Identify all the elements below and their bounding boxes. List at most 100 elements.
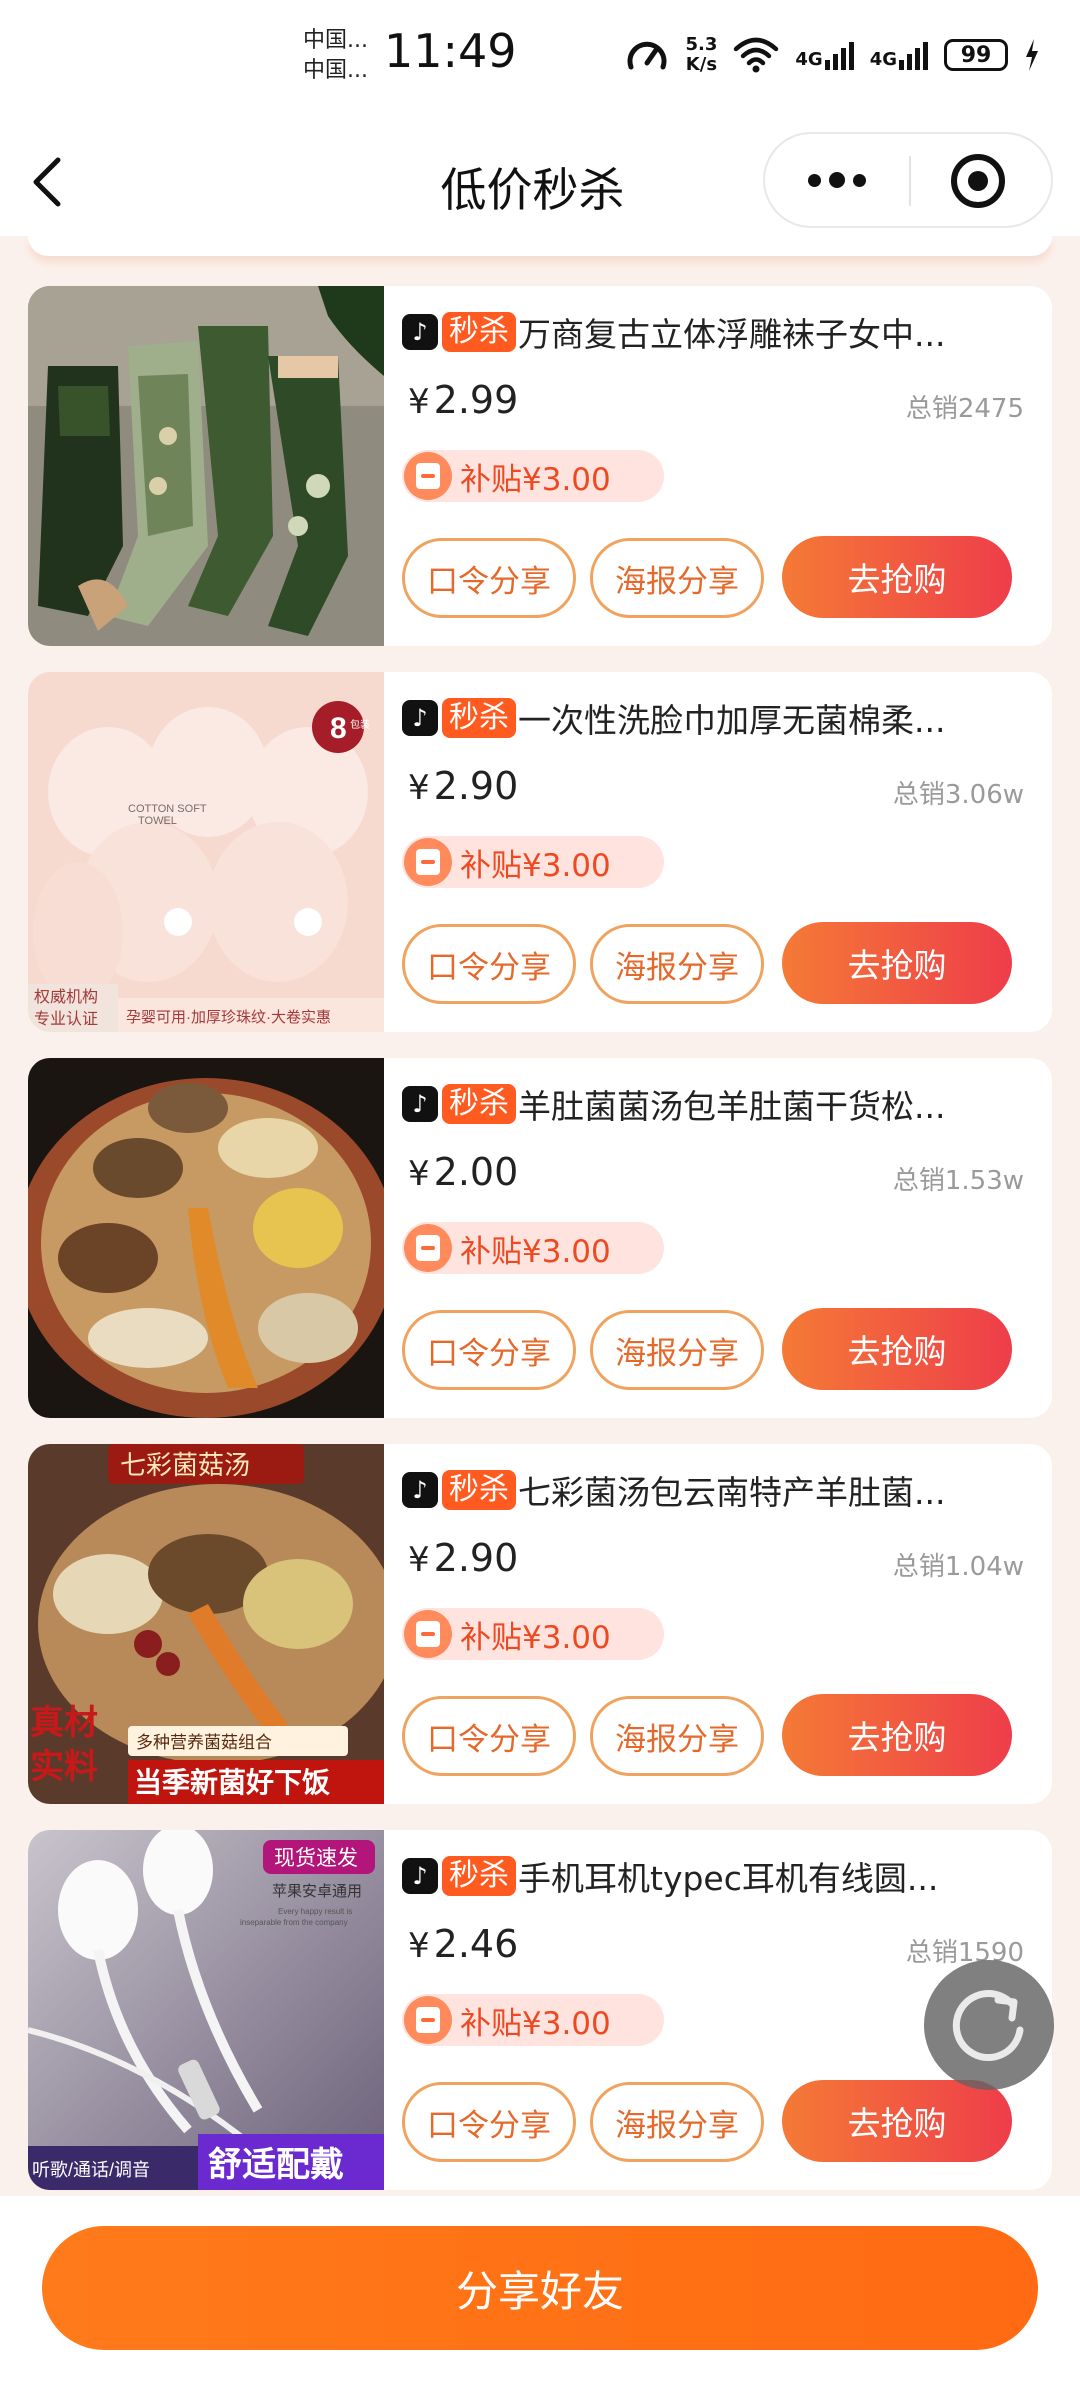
- product-card[interactable]: 8 包装 COTTON SOFT TOWEL 权威机构 专业认证 孕婴可用·加厚…: [28, 672, 1052, 1032]
- product-title-row[interactable]: ♪ 秒杀 一次性洗脸巾加厚无菌棉柔...: [402, 692, 1012, 744]
- total-sales: 总销3.06w: [892, 780, 1024, 810]
- tiktok-icon: ♪: [402, 1858, 438, 1894]
- soup-pack-image: 七彩菌菇汤 真材 实料 多种营养菌菇组合 当季新菌好下饭: [28, 1444, 384, 1804]
- mini-program-capsule: [763, 132, 1053, 228]
- status-bar: 中国... 中国... 11:49 5.3 K/s 4G 4G 99: [0, 0, 1080, 110]
- tiktok-icon: ♪: [402, 700, 438, 736]
- brand-line-1: COTTON SOFT: [128, 803, 207, 815]
- image-bottom: 当季新菌好下饭: [134, 1767, 330, 1799]
- tiktok-icon: ♪: [402, 314, 438, 350]
- share-code-button[interactable]: 口令分享: [402, 1310, 576, 1390]
- coupon-icon: [404, 1224, 452, 1272]
- image-bottom-left: 听歌/通话/调音: [32, 2160, 150, 2180]
- total-sales: 总销1.53w: [892, 1166, 1024, 1196]
- price-value: 2.46: [433, 1922, 519, 1966]
- image-mid: 多种营养菌菇组合: [136, 1733, 272, 1752]
- share-poster-button[interactable]: 海报分享: [590, 1310, 764, 1390]
- subsidy-tag: 补贴¥3.00: [402, 1994, 664, 2046]
- pack-count: 8: [330, 712, 347, 745]
- image-left-1: 真材: [30, 1704, 98, 1742]
- currency-symbol: ¥: [408, 1926, 430, 1966]
- action-row: 口令分享 海报分享 去抢购: [402, 536, 1026, 618]
- product-card[interactable]: 现货速发 苹果安卓通用 Every happy result is insepa…: [28, 1830, 1052, 2190]
- action-row: 口令分享 海报分享 去抢购: [402, 922, 1026, 1004]
- pack-unit: 包装: [350, 718, 370, 731]
- buy-now-button[interactable]: 去抢购: [782, 1694, 1012, 1776]
- subsidy-tag: 补贴¥3.00: [402, 1222, 664, 1274]
- capsule-divider: [909, 156, 911, 206]
- subsidy-text: 补贴¥3.00: [460, 461, 611, 498]
- currency-symbol: ¥: [408, 768, 430, 808]
- carrier-1: 中国...: [303, 28, 368, 53]
- product-title-row[interactable]: ♪ 秒杀 七彩菌汤包云南特产羊肚菌...: [402, 1464, 1012, 1516]
- product-image[interactable]: 现货速发 苹果安卓通用 Every happy result is insepa…: [28, 1830, 384, 2190]
- signal-sim1: 4G: [795, 40, 854, 70]
- share-poster-button[interactable]: 海报分享: [590, 538, 764, 618]
- subsidy-text: 补贴¥3.00: [460, 1619, 611, 1656]
- share-friends-button[interactable]: 分享好友: [42, 2226, 1038, 2350]
- product-title-row[interactable]: ♪ 秒杀 羊肚菌菌汤包羊肚菌干货松...: [402, 1078, 1012, 1130]
- product-title-row[interactable]: ♪ 秒杀 手机耳机typec耳机有线圆...: [402, 1850, 1012, 1902]
- coupon-icon: [404, 1610, 452, 1658]
- buy-now-button[interactable]: 去抢购: [782, 536, 1012, 618]
- product-title: 一次性洗脸巾加厚无菌棉柔...: [518, 701, 946, 740]
- socks-image: [28, 286, 384, 646]
- share-poster-button[interactable]: 海报分享: [590, 924, 764, 1004]
- share-poster-button[interactable]: 海报分享: [590, 2082, 764, 2162]
- price-value: 2.99: [433, 378, 519, 422]
- product-image[interactable]: 8 包装 COTTON SOFT TOWEL 权威机构 专业认证 孕婴可用·加厚…: [28, 672, 384, 1032]
- product-card[interactable]: ♪ 秒杀 羊肚菌菌汤包羊肚菌干货松... ¥2.00 总销1.53w 补贴¥3.…: [28, 1058, 1052, 1418]
- product-title-row[interactable]: ♪ 秒杀 万商复古立体浮雕袜子女中...: [402, 306, 1012, 358]
- feature-line: 孕婴可用·加厚珍珠纹·大卷实惠: [126, 1009, 331, 1026]
- more-dots-icon[interactable]: [765, 134, 909, 226]
- tiktok-icon: ♪: [402, 1086, 438, 1122]
- image-left-2: 实料: [30, 1748, 98, 1786]
- share-code-button[interactable]: 口令分享: [402, 2082, 576, 2162]
- price-value: 2.90: [433, 764, 519, 808]
- product-image[interactable]: [28, 1058, 384, 1418]
- product-image[interactable]: 七彩菌菇汤 真材 实料 多种营养菌菇组合 当季新菌好下饭: [28, 1444, 384, 1804]
- buy-now-button[interactable]: 去抢购: [782, 922, 1012, 1004]
- product-price: ¥2.99: [408, 378, 518, 422]
- subsidy-text: 补贴¥3.00: [460, 847, 611, 884]
- image-tiny-1: Every happy result is: [278, 1907, 352, 1916]
- flash-sale-badge: 秒杀: [442, 1856, 516, 1896]
- product-card[interactable]: 七彩菌菇汤 真材 实料 多种营养菌菇组合 当季新菌好下饭 ♪ 秒杀 七彩菌汤包云…: [28, 1444, 1052, 1804]
- product-price: ¥2.90: [408, 1536, 518, 1580]
- cert-line-2: 专业认证: [34, 1010, 98, 1028]
- buy-now-button[interactable]: 去抢购: [782, 1308, 1012, 1390]
- refresh-button[interactable]: [924, 1960, 1054, 2090]
- product-card[interactable]: ♪ 秒杀 万商复古立体浮雕袜子女中... ¥2.99 总销2475 补贴¥3.0…: [28, 286, 1052, 646]
- product-list[interactable]: ♪ 秒杀 万商复古立体浮雕袜子女中... ¥2.99 总销2475 补贴¥3.0…: [0, 236, 1080, 2236]
- currency-symbol: ¥: [408, 1154, 430, 1194]
- product-info: ♪ 秒杀 羊肚菌菌汤包羊肚菌干货松... ¥2.00 总销1.53w 补贴¥3.…: [402, 1058, 1024, 1418]
- signal-bars-icon: [899, 40, 928, 70]
- share-poster-button[interactable]: 海报分享: [590, 1696, 764, 1776]
- net-speed-value: 5.3: [685, 34, 718, 55]
- cert-line-1: 权威机构: [34, 988, 98, 1006]
- signal-bars-icon: [824, 40, 854, 70]
- product-image[interactable]: [28, 286, 384, 646]
- product-info: ♪ 秒杀 万商复古立体浮雕袜子女中... ¥2.99 总销2475 补贴¥3.0…: [402, 286, 1024, 646]
- image-sub: 苹果安卓通用: [272, 1883, 362, 1900]
- mushroom-image: [28, 1058, 384, 1418]
- share-code-button[interactable]: 口令分享: [402, 538, 576, 618]
- subsidy-text: 补贴¥3.00: [460, 1233, 611, 1270]
- wifi-icon: [734, 37, 779, 73]
- image-tiny-2: inseparable from the company: [240, 1918, 348, 1927]
- product-title: 手机耳机typec耳机有线圆...: [518, 1859, 939, 1898]
- signal-sim2: 4G: [870, 40, 928, 70]
- flash-sale-badge: 秒杀: [442, 312, 516, 352]
- buy-now-button[interactable]: 去抢购: [782, 2080, 1012, 2162]
- currency-symbol: ¥: [408, 382, 430, 422]
- share-code-button[interactable]: 口令分享: [402, 924, 576, 1004]
- refresh-icon: [952, 1990, 1024, 2062]
- flash-sale-badge: 秒杀: [442, 698, 516, 738]
- coupon-icon: [404, 452, 452, 500]
- image-banner: 七彩菌菇汤: [120, 1451, 250, 1480]
- product-title: 七彩菌汤包云南特产羊肚菌...: [518, 1473, 946, 1512]
- share-code-button[interactable]: 口令分享: [402, 1696, 576, 1776]
- target-icon[interactable]: [951, 154, 1005, 208]
- total-sales: 总销2475: [905, 394, 1024, 424]
- earphones-image: 现货速发 苹果安卓通用 Every happy result is insepa…: [28, 1830, 384, 2190]
